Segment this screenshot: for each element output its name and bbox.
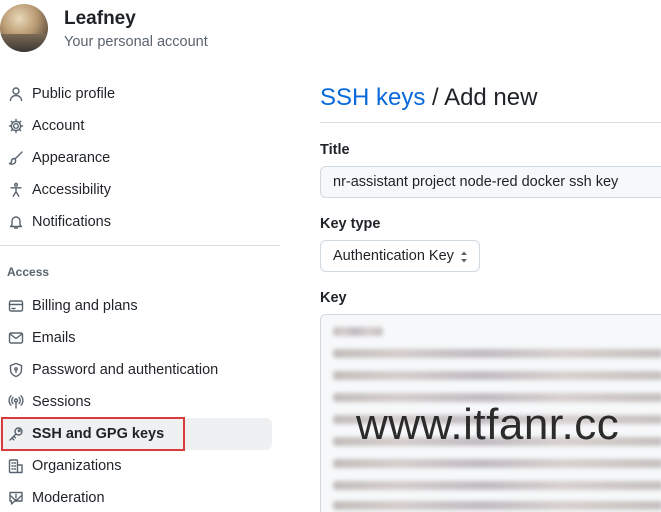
sidebar-item-label: Sessions (32, 394, 91, 410)
sidebar-item-emails[interactable]: Emails (0, 322, 272, 354)
redacted-key-line (333, 327, 383, 336)
breadcrumb-separator: / (425, 84, 445, 111)
sidebar-item-label: Appearance (32, 150, 111, 166)
sidebar-divider (0, 245, 280, 246)
sidebar-item-appearance[interactable]: Appearance (0, 142, 272, 174)
key-type-selected: Authentication Key (333, 248, 454, 264)
redacted-key-line (333, 481, 661, 490)
watermark: www.itfanr.cc (356, 400, 620, 449)
person-icon (9, 87, 23, 102)
title-input[interactable]: nr-assistant project node-red docker ssh… (320, 166, 661, 198)
sidebar-item-notifications[interactable]: Notifications (0, 206, 272, 238)
chevron-down-icon[interactable] (8, 490, 24, 506)
title-field-label: Title (320, 142, 350, 158)
sidebar-item-account[interactable]: Account (0, 110, 272, 142)
sidebar-item-label: Billing and plans (32, 298, 138, 314)
sidebar-item-accessibility[interactable]: Accessibility (0, 174, 272, 206)
redacted-key-line (333, 501, 661, 510)
credit-card-icon (8, 300, 24, 312)
redacted-key-line (333, 349, 661, 358)
gear-icon (8, 118, 24, 134)
select-arrows-icon (461, 251, 467, 263)
key-type-label: Key type (320, 216, 381, 232)
sidebar-item-public-profile[interactable]: Public profile (0, 78, 272, 110)
paintbrush-icon (8, 151, 23, 165)
key-field-label: Key (320, 290, 347, 306)
bell-icon (9, 216, 23, 229)
sidebar-item-label: Notifications (32, 214, 111, 230)
organization-icon (8, 459, 23, 474)
sidebar-item-label: Account (32, 118, 85, 134)
sidebar-item-billing[interactable]: Billing and plans (0, 290, 272, 322)
title-divider (320, 122, 661, 123)
page-title: SSH keys / Add new (320, 84, 537, 112)
sidebar-item-label: Accessibility (32, 182, 111, 198)
key-icon (9, 427, 23, 441)
redacted-key-line (333, 459, 661, 468)
broadcast-icon (8, 395, 24, 409)
key-type-select[interactable]: Authentication Key (320, 240, 480, 272)
breadcrumb-ssh-keys-link[interactable]: SSH keys (320, 84, 425, 111)
sidebar-item-password[interactable]: Password and authentication (0, 354, 272, 386)
sidebar-item-label: Public profile (32, 86, 116, 102)
account-name: Leafney (64, 8, 136, 29)
sidebar-item-ssh-gpg-keys[interactable]: SSH and GPG keys (0, 418, 272, 450)
sidebar-item-label: Organizations (32, 458, 122, 474)
sidebar-item-label: Emails (32, 330, 76, 346)
sidebar-item-label: SSH and GPG keys (32, 426, 165, 442)
account-subtitle: Your personal account (64, 34, 208, 50)
sidebar-item-organizations[interactable]: Organizations (0, 450, 272, 482)
accessibility-icon (10, 182, 22, 197)
redacted-key-line (333, 371, 661, 380)
sidebar-item-label: Moderation (32, 490, 105, 506)
sidebar-item-moderation[interactable]: Moderation (0, 482, 272, 512)
shield-lock-icon (9, 362, 23, 378)
mail-icon (8, 332, 24, 344)
sidebar-item-sessions[interactable]: Sessions (0, 386, 272, 418)
sidebar-item-label: Password and authentication (32, 362, 219, 378)
sidebar-section-access: Access (7, 265, 50, 279)
avatar[interactable] (0, 4, 48, 52)
page-title-text: Add new (444, 84, 538, 111)
